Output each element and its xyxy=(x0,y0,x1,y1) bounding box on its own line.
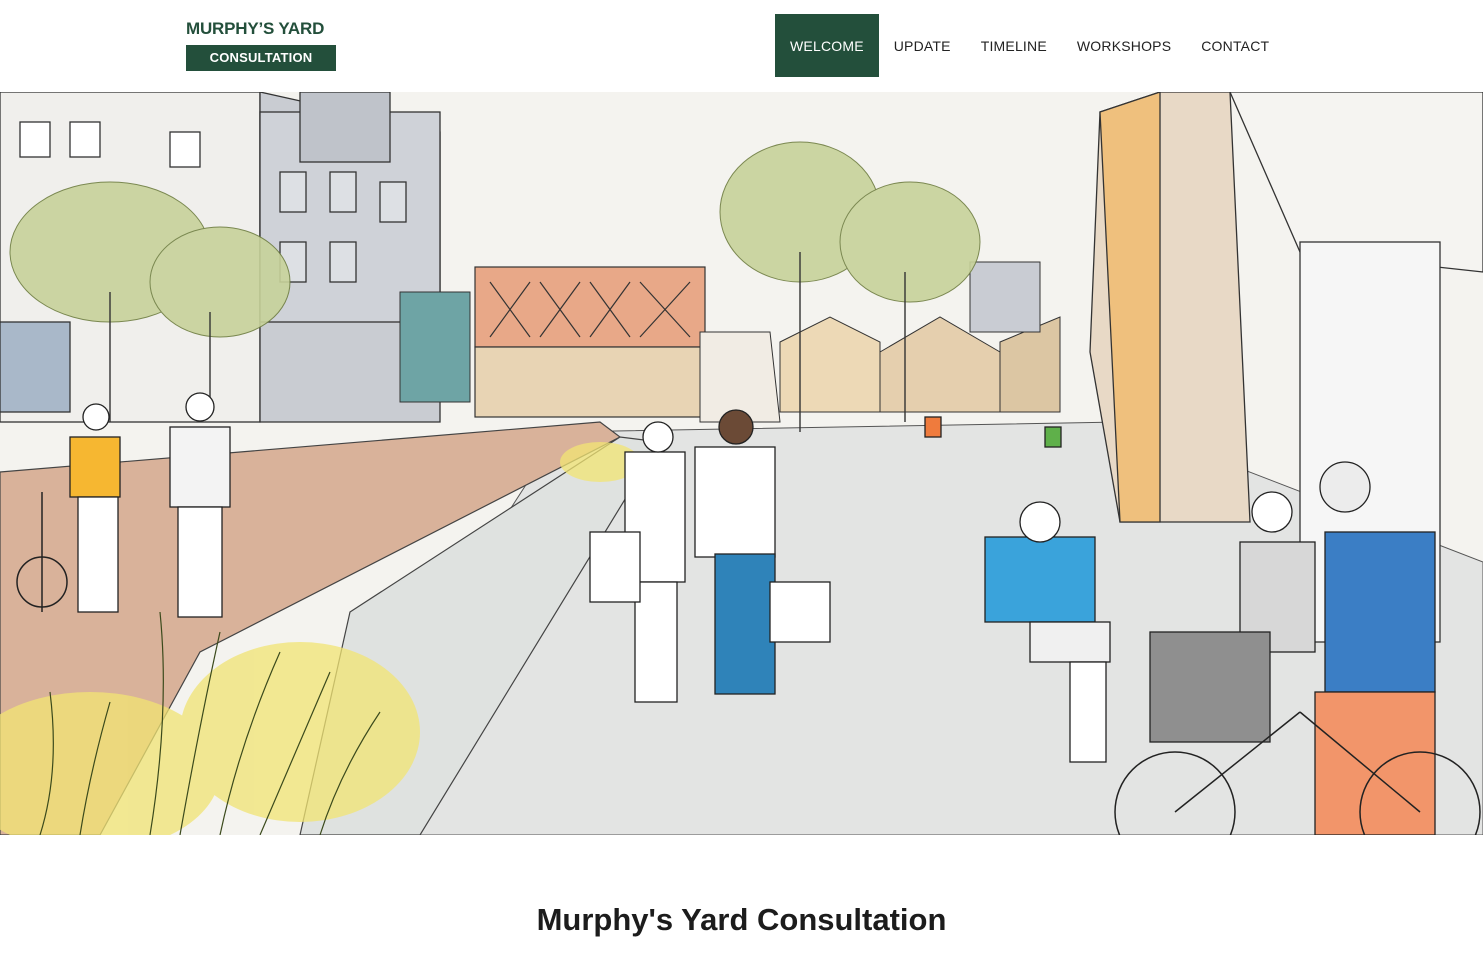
hero-illustration xyxy=(0,92,1483,835)
nav-contact[interactable]: CONTACT xyxy=(1186,14,1284,77)
site-logo[interactable]: MURPHY’S YARD CONSULTATION xyxy=(186,19,336,71)
nav-update[interactable]: UPDATE xyxy=(879,14,966,77)
hero-image xyxy=(0,92,1483,835)
page-title: Murphy's Yard Consultation xyxy=(536,902,947,937)
nav-workshops[interactable]: WORKSHOPS xyxy=(1062,14,1186,77)
site-header: MURPHY’S YARD CONSULTATION WELCOME UPDAT… xyxy=(0,0,1483,92)
logo-title: MURPHY’S YARD xyxy=(186,19,325,38)
main-nav: WELCOME UPDATE TIMELINE WORKSHOPS CONTAC… xyxy=(775,14,1284,77)
nav-timeline[interactable]: TIMELINE xyxy=(966,14,1062,77)
nav-welcome[interactable]: WELCOME xyxy=(775,14,879,77)
logo-subtitle: CONSULTATION xyxy=(186,45,336,71)
